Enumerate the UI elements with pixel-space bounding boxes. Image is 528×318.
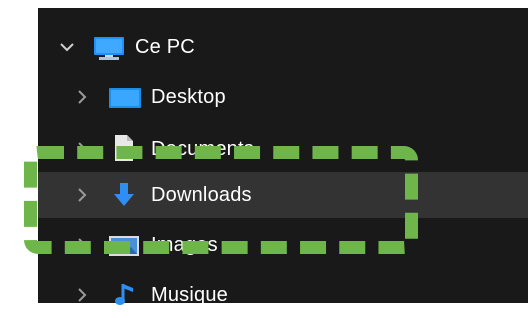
music-folder-icon bbox=[115, 284, 133, 305]
pc-icon bbox=[94, 37, 124, 60]
tree-item-desktop[interactable]: Desktop bbox=[38, 74, 528, 120]
chevron-right-icon[interactable] bbox=[70, 283, 94, 307]
chevron-right-icon[interactable] bbox=[70, 85, 94, 109]
tree-item-label: Desktop bbox=[151, 86, 226, 108]
desktop-folder-icon bbox=[109, 88, 141, 108]
chevron-down-icon[interactable] bbox=[55, 35, 79, 59]
tree-item-ce-pc[interactable]: Ce PC bbox=[38, 24, 528, 70]
tree-item-label: Musique bbox=[151, 284, 228, 306]
tree-item-label: Ce PC bbox=[135, 36, 195, 58]
annotation-highlight-frame bbox=[24, 146, 418, 254]
tree-item-musique[interactable]: Musique bbox=[38, 272, 528, 318]
